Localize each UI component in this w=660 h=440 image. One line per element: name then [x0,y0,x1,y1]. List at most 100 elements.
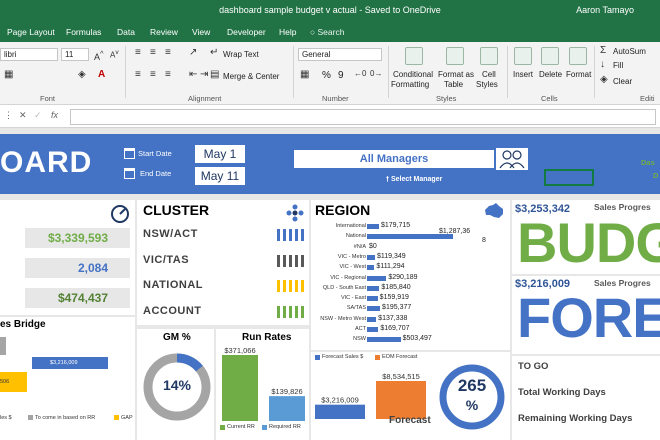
delete-cells-icon[interactable] [541,47,559,65]
conditional-formatting-label-1[interactable]: Conditional [393,70,433,79]
shrink-font-icon[interactable]: Av [110,49,119,60]
fill-color-icon[interactable]: ◈ [78,69,86,80]
select-manager-button[interactable]: 🠕 Select Manager [386,175,442,186]
clear-button[interactable]: Clear [613,77,632,86]
tab-formulas[interactable]: Formulas [66,27,101,37]
chart-bar [315,404,365,419]
increase-indent-icon[interactable]: ⇥ [200,69,208,80]
region-row: VIC - Regional $290,189 [311,274,486,284]
cell-styles-label-2[interactable]: Styles [476,80,498,89]
autosum-button[interactable]: AutoSum [613,47,646,56]
dashboard-header: OARD Start Date End Date May 1 May 11 Al… [0,134,660,194]
region-tick-label: QLD - South East [322,284,366,291]
enter-icon[interactable]: ✓ [34,110,42,121]
run-rates-title: Run Rates [242,332,292,343]
tab-data[interactable]: Data [117,27,135,37]
grow-font-icon[interactable]: A^ [94,49,104,62]
cluster-item-nsw-act[interactable]: NSW/ACT [143,228,198,240]
decrease-decimal-icon[interactable]: 0→ [370,69,382,78]
cluster-bars-nsw [277,229,304,241]
format-button[interactable]: Format [566,70,591,79]
tab-review[interactable]: Review [150,27,178,37]
merge-icon[interactable]: ▤ [210,69,219,80]
format-as-table-icon[interactable] [446,47,464,65]
region-data-label: $137,338 [378,314,408,322]
region-bar [367,224,379,229]
end-date-value[interactable]: May 11 [195,167,245,185]
fill-button[interactable]: Fill [613,61,623,70]
formula-bar: ⋮ ✕ ✓ fx [0,106,660,128]
name-box-more-icon[interactable]: ⋮ [4,110,13,121]
cluster-item-vic-tas[interactable]: VIC/TAS [143,254,189,266]
accounting-format-icon[interactable]: ▦ [300,69,309,80]
region-bar [367,327,379,332]
user-name[interactable]: Aaron Tamayo [576,5,634,15]
region-data-label: $169,707 [380,325,410,332]
selected-cell[interactable] [544,169,594,186]
cell-styles-icon[interactable] [480,47,498,65]
increase-decimal-icon[interactable]: ←0 [354,69,366,78]
clear-icon[interactable]: ◈ [600,74,608,85]
format-cells-icon[interactable] [569,47,587,65]
chart-data-label: $8,534,515 [382,372,420,381]
tab-help[interactable]: Help [279,27,296,37]
font-name-box[interactable]: libri [0,48,58,61]
australia-map-icon [485,203,503,218]
region-panel: REGION International $179,715 National $1,2… [311,200,510,350]
align-top-icon[interactable]: ≡ [135,47,141,58]
border-icon[interactable]: ▦ [4,69,13,80]
cell-styles-label-1[interactable]: Cell [482,70,496,79]
insert-button[interactable]: Insert [513,70,533,79]
fx-icon[interactable]: fx [51,110,58,120]
cluster-item-account[interactable]: ACCOUNT [143,305,202,317]
font-size-box[interactable]: 11 [61,48,89,61]
comma-button[interactable]: 9 [338,70,344,81]
managers-icon[interactable] [496,148,528,170]
orientation-icon[interactable]: ↗ [189,47,197,58]
wrap-text-button[interactable]: Wrap Text [223,50,259,59]
search-box[interactable]: ○ Search [310,27,344,37]
conditional-formatting-label-2[interactable]: Formatting [391,80,429,89]
stat-remaining-working-days: Remaining Working Days [518,413,633,424]
align-bottom-icon[interactable]: ≡ [165,47,171,58]
kpi-sales-value: $3,339,593 [25,228,130,248]
budget-panel: $3,253,342 Sales Progres BUDGET [512,200,660,274]
autosum-icon[interactable]: Σ [600,45,606,56]
bridge-legend-3: GAP [121,415,133,421]
number-format-box[interactable]: General [298,48,382,61]
merge-center-button[interactable]: Merge & Center [223,72,279,81]
conditional-formatting-icon[interactable] [405,47,423,65]
tab-developer[interactable]: Developer [227,27,266,37]
arrow-up-icon: 🠕 [386,176,390,183]
fill-icon[interactable]: ↓ [600,59,605,70]
forecast-legend-2: EOM Forecast [382,354,418,360]
format-as-table-label-2[interactable]: Table [444,80,463,89]
window-title: dashboard sample budget v actual - Saved… [219,5,441,15]
format-as-table-label-1[interactable]: Format as [438,70,474,79]
worksheet[interactable]: OARD Start Date End Date May 1 May 11 Al… [0,128,660,440]
align-right-icon[interactable]: ≡ [165,69,171,80]
delete-button[interactable]: Delete [539,70,562,79]
align-left-icon[interactable]: ≡ [135,69,141,80]
run-rates-legend-2: Required RR [269,424,301,430]
cluster-item-national[interactable]: NATIONAL [143,279,203,291]
tab-page-layout[interactable]: Page Layout [7,27,55,37]
align-center-icon[interactable]: ≡ [150,69,156,80]
wrap-text-icon[interactable]: ↵ [210,47,218,58]
insert-cells-icon[interactable] [514,47,532,65]
bridge-legend-2: To come in based on RR [35,415,96,421]
region-data-label: $179,715 [381,222,411,229]
cancel-icon[interactable]: ✕ [19,110,27,121]
formula-input[interactable] [70,109,656,125]
decrease-indent-icon[interactable]: ⇤ [189,69,197,80]
tab-view[interactable]: View [192,27,210,37]
group-editing-label: Editi [640,94,655,103]
forecast-title: Forecast [389,415,431,426]
forecast-panel: Forecast Sales $ EOM Forecast $3,216,009… [311,352,510,440]
region-data-label: $195,377 [382,304,412,312]
manager-select[interactable]: All Managers [294,150,494,168]
align-middle-icon[interactable]: ≡ [150,47,156,58]
percent-button[interactable]: % [322,70,331,81]
font-color-icon[interactable]: A [98,69,105,80]
start-date-value[interactable]: May 1 [195,145,245,163]
